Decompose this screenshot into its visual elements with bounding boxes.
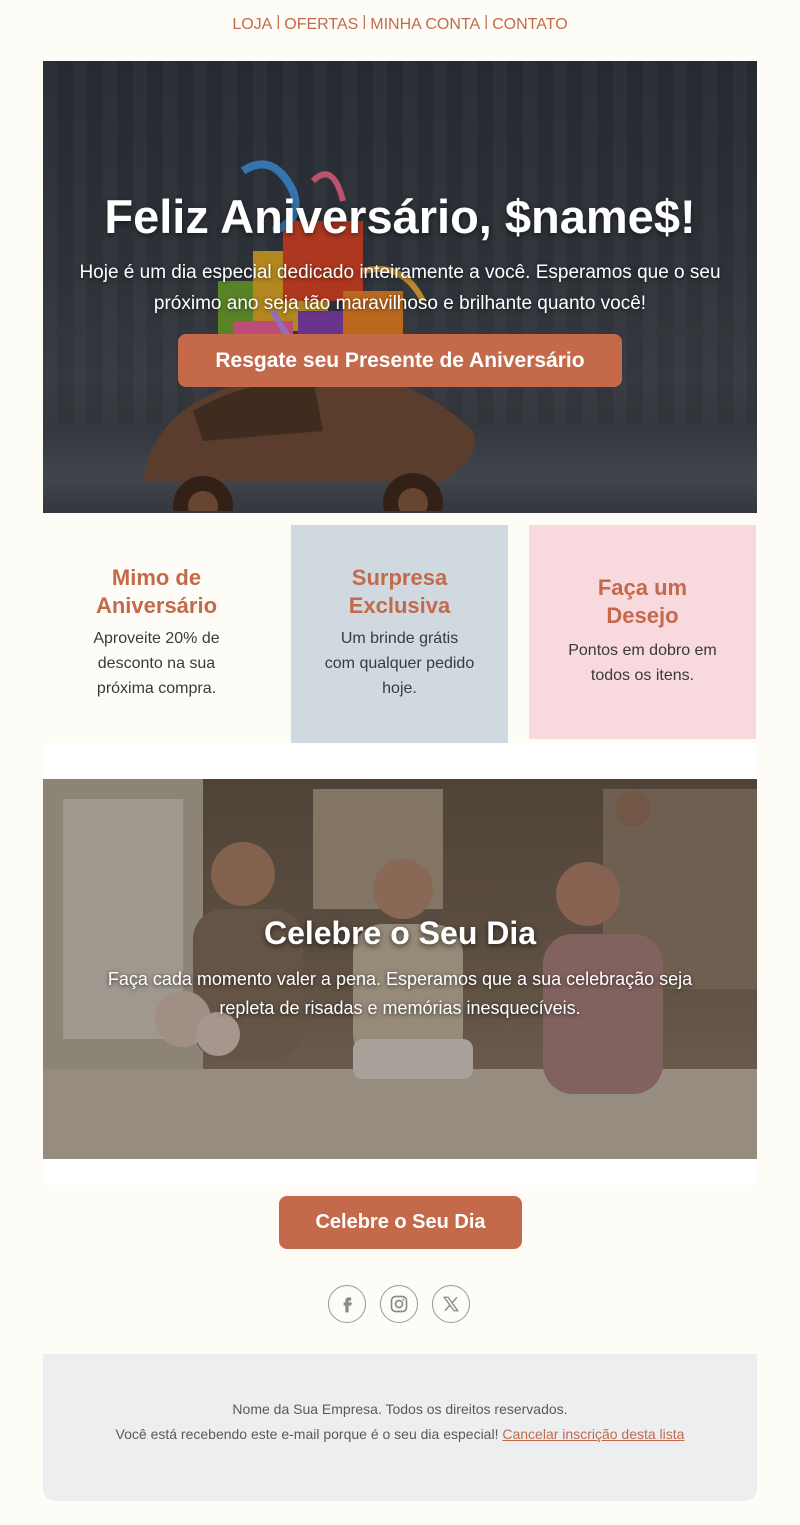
nav-loja[interactable]: LOJA	[232, 16, 272, 33]
hero-title: Feliz Aniversário, $name$!	[104, 190, 696, 243]
offer-card-title: Mimo de Aniversário	[95, 565, 218, 618]
nav-ofertas[interactable]: OFERTAS	[284, 16, 358, 33]
top-nav: LOJA | OFERTAS | MINHA CONTA | CONTATO	[0, 13, 800, 34]
offer-card-title: Surpresa Exclusiva	[348, 565, 451, 618]
facebook-icon[interactable]	[328, 1285, 366, 1323]
redeem-gift-button[interactable]: Resgate seu Presente de Aniversário	[178, 334, 622, 387]
celebrate-button[interactable]: Celebre o Seu Dia	[279, 1196, 522, 1249]
footer: Nome da Sua Empresa. Todos os direitos r…	[43, 1354, 757, 1501]
social-links	[328, 1285, 473, 1325]
offer-card-text: Um brinde grátis com qualquer pedido hoj…	[324, 630, 475, 697]
hero-text: Hoje é um dia especial dedicado inteiram…	[79, 262, 721, 314]
offer-card-title: Faça um Desejo	[597, 575, 688, 628]
footer-reason: Você está recebendo este e-mail porque é…	[43, 1426, 757, 1442]
nav-minha-conta[interactable]: MINHA CONTA	[370, 16, 480, 33]
footer-reason-text: Você está recebendo este e-mail porque é…	[115, 1426, 499, 1442]
nav-separator: |	[276, 13, 281, 30]
footer-copyright: Nome da Sua Empresa. Todos os direitos r…	[232, 1401, 568, 1417]
x-icon[interactable]	[432, 1285, 470, 1323]
instagram-icon[interactable]	[380, 1285, 418, 1323]
nav-contato[interactable]: CONTATO	[492, 16, 568, 33]
offer-card-birthday-treat: Mimo de Aniversário Aproveite 20% de des…	[43, 525, 270, 743]
offer-card-exclusive-surprise: Surpresa Exclusiva Um brinde grátis com …	[291, 525, 508, 743]
celebrate-title: Celebre o Seu Dia	[263, 915, 537, 951]
divider-strip	[43, 1159, 757, 1185]
divider-strip	[43, 743, 757, 779]
nav-separator: |	[484, 13, 489, 30]
offer-card-text: Aproveite 20% de desconto na sua próxima…	[93, 630, 220, 697]
nav-separator: |	[362, 13, 367, 30]
offer-card-make-a-wish: Faça um Desejo Pontos em dobro em todos …	[529, 525, 756, 739]
celebrate-text: Faça cada momento valer a pena. Esperamo…	[107, 969, 693, 1018]
hero-banner: Feliz Aniversário, $name$! Hoje é um dia…	[43, 61, 757, 513]
unsubscribe-link[interactable]: Cancelar inscrição desta lista	[502, 1426, 684, 1442]
offer-card-text: Pontos em dobro em todos os itens.	[568, 642, 717, 684]
celebrate-banner: Celebre o Seu Dia Faça cada momento vale…	[43, 779, 757, 1159]
